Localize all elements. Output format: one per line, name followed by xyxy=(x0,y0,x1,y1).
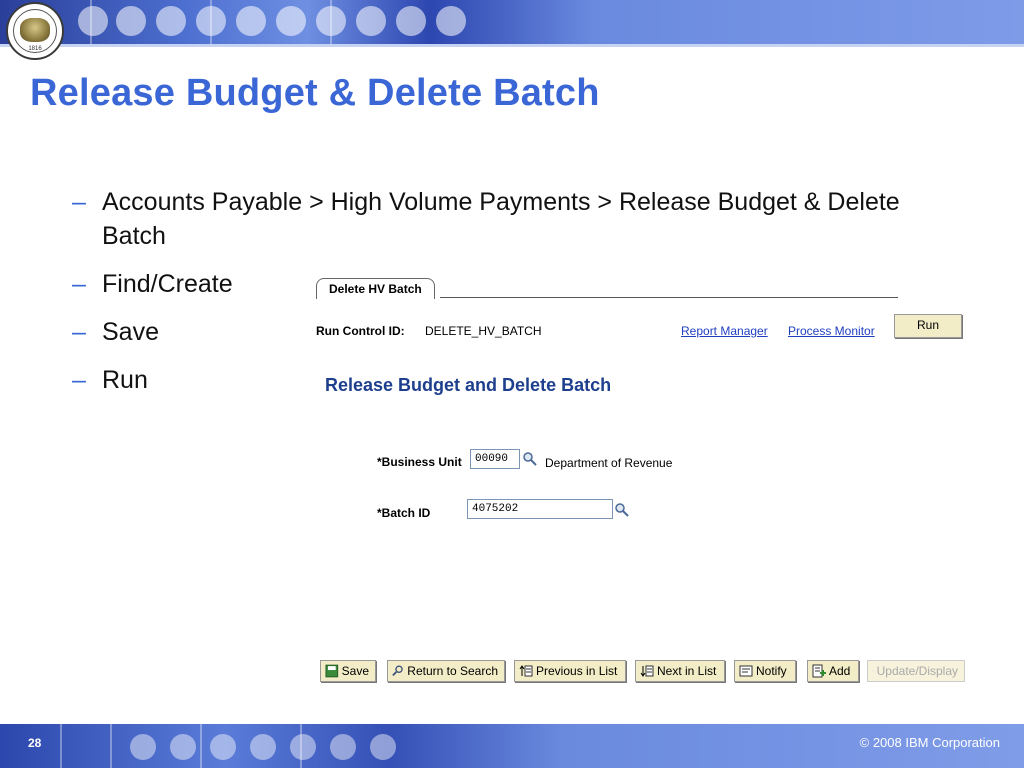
business-unit-label: *Business Unit xyxy=(377,455,462,469)
bullet-text: Save xyxy=(102,318,159,346)
app-screenshot: Delete HV Batch Run Control ID: DELETE_H… xyxy=(312,276,972,696)
top-banner xyxy=(0,0,1024,44)
state-seal-logo: 1816 xyxy=(6,2,64,60)
footer-banner: 28 © 2008 IBM Corporation xyxy=(0,724,1024,768)
business-unit-description: Department of Revenue xyxy=(545,456,673,470)
copyright-text: © 2008 IBM Corporation xyxy=(859,735,1000,750)
batch-id-label: *Batch ID xyxy=(377,506,431,520)
notify-icon xyxy=(739,665,753,677)
next-in-list-label: Next in List xyxy=(657,663,717,678)
notify-label: Notify xyxy=(756,663,787,678)
footer-stripe xyxy=(200,724,202,768)
footer-stripe xyxy=(110,724,112,768)
footer-decoration xyxy=(250,734,276,760)
next-in-list-button[interactable]: Next in List xyxy=(635,660,725,682)
bullet-dash: – xyxy=(72,188,86,216)
footer-decoration xyxy=(370,734,396,760)
banner-stripe xyxy=(210,0,212,44)
save-label: Save xyxy=(341,663,369,678)
bullet-dash: – xyxy=(72,270,86,298)
banner-decoration xyxy=(356,6,386,36)
seal-year: 1816 xyxy=(28,46,42,52)
update-display-icon xyxy=(872,670,874,672)
bullet-dash: – xyxy=(72,366,86,394)
bullet-dash: – xyxy=(72,318,86,346)
banner-decoration xyxy=(236,6,266,36)
banner-decoration xyxy=(116,6,146,36)
save-icon xyxy=(325,664,339,678)
batch-id-input[interactable]: 4075202 xyxy=(467,499,613,519)
section-title: Release Budget and Delete Batch xyxy=(325,375,612,395)
tab-delete-hv-batch[interactable]: Delete HV Batch xyxy=(316,278,435,299)
previous-list-icon xyxy=(519,665,533,677)
footer-decoration xyxy=(210,734,236,760)
page-title: Release Budget & Delete Batch xyxy=(30,72,600,114)
footer-decoration xyxy=(290,734,316,760)
banner-underline xyxy=(0,44,1024,47)
magnifier-icon[interactable] xyxy=(522,451,538,467)
previous-in-list-label: Previous in List xyxy=(536,663,618,678)
update-display-button[interactable]: Update/Display xyxy=(867,660,965,682)
footer-decoration xyxy=(170,734,196,760)
run-control-label: Run Control ID: xyxy=(316,324,405,338)
banner-stripe xyxy=(330,0,332,44)
banner-decoration xyxy=(156,6,186,36)
return-to-search-label: Return to Search xyxy=(407,663,498,678)
return-search-icon xyxy=(392,665,403,677)
bullet-text: Find/Create xyxy=(102,270,233,298)
magnifier-icon[interactable] xyxy=(614,502,630,518)
footer-decoration xyxy=(130,734,156,760)
update-display-label: Update/Display xyxy=(876,663,958,678)
page-number: 28 xyxy=(28,736,42,750)
notify-button[interactable]: Notify xyxy=(734,660,796,682)
banner-decoration xyxy=(276,6,306,36)
add-icon xyxy=(812,664,826,678)
report-manager-link[interactable]: Report Manager xyxy=(681,324,768,338)
save-button[interactable]: Save xyxy=(320,660,376,682)
bullet-item: – Accounts Payable > High Volume Payment… xyxy=(72,185,952,253)
banner-decoration xyxy=(396,6,426,36)
banner-stripe xyxy=(90,0,92,44)
banner-decoration xyxy=(78,6,108,36)
run-control-value: DELETE_HV_BATCH xyxy=(425,324,542,338)
page-toolbar: Save Return to Search Previous in List N… xyxy=(320,660,966,684)
bullet-text: Accounts Payable > High Volume Payments … xyxy=(102,188,900,250)
footer-decoration xyxy=(330,734,356,760)
next-list-icon xyxy=(640,665,654,677)
run-button[interactable]: Run xyxy=(894,314,962,338)
process-monitor-link[interactable]: Process Monitor xyxy=(788,324,875,338)
footer-stripe xyxy=(60,724,62,768)
bullet-text: Run xyxy=(102,366,148,394)
add-label: Add xyxy=(829,663,851,678)
business-unit-input[interactable]: 00090 xyxy=(470,449,520,469)
add-button[interactable]: Add xyxy=(807,660,859,682)
tab-divider xyxy=(440,297,898,298)
previous-in-list-button[interactable]: Previous in List xyxy=(514,660,626,682)
banner-decoration xyxy=(436,6,466,36)
seal-scene xyxy=(20,18,50,42)
return-to-search-button[interactable]: Return to Search xyxy=(387,660,505,682)
